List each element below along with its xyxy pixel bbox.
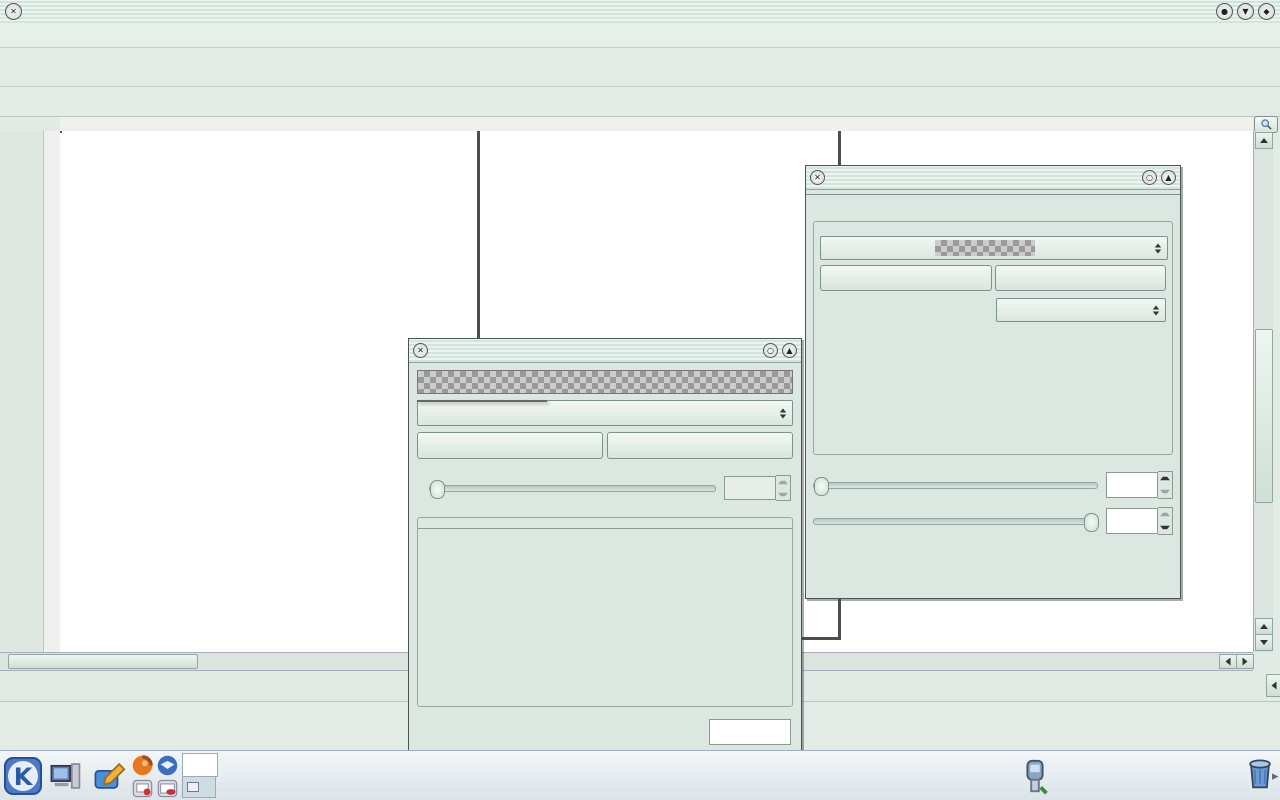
scroll-right-icon[interactable] <box>1236 654 1254 669</box>
pager-desktop-2[interactable] <box>182 776 216 798</box>
blur-slider-handle[interactable] <box>814 477 829 496</box>
add-stop-button[interactable] <box>417 432 603 459</box>
hscroll-thumb[interactable] <box>8 654 198 669</box>
fill-and-stroke-dialog: ✕ ○ ▲ <box>805 165 1181 599</box>
mail-1-icon[interactable] <box>131 777 154 800</box>
gradient-preview-strip <box>417 370 793 394</box>
linear-gradient-frame <box>813 221 1173 455</box>
offset-slider-handle[interactable] <box>430 480 445 499</box>
stop-color-frame <box>417 517 793 707</box>
usb-device-icon[interactable] <box>1016 757 1054 799</box>
palette-scroll-left-icon[interactable] <box>1266 674 1280 697</box>
blur-entry[interactable] <box>1106 472 1158 498</box>
scroll-up2-icon[interactable] <box>1255 618 1273 635</box>
scroll-down-icon[interactable] <box>1255 634 1273 651</box>
duplicate-gradient-button[interactable] <box>820 265 992 291</box>
opacity-slider-handle[interactable] <box>1084 513 1099 532</box>
window-close-icon[interactable]: ✕ <box>5 3 22 20</box>
svg-text:K: K <box>14 763 34 791</box>
gradient-preview-swatch <box>935 240 1035 256</box>
dialog-button-icon[interactable]: ○ <box>763 343 778 358</box>
offset-slider[interactable] <box>429 485 716 492</box>
repeat-selector[interactable] <box>996 298 1166 322</box>
vscroll-thumb[interactable] <box>1255 329 1273 503</box>
blur-slider[interactable] <box>813 482 1098 489</box>
dialog-close-icon[interactable]: ✕ <box>413 343 428 358</box>
window-maximize-icon[interactable]: ▼ <box>1237 3 1254 20</box>
mail-2-icon[interactable] <box>156 777 179 800</box>
menubar <box>0 23 1280 48</box>
vertical-ruler[interactable] <box>44 131 61 652</box>
horizontal-ruler[interactable] <box>60 117 1253 132</box>
taskbar: K ▸ <box>0 750 1280 800</box>
gradient-editor-titlebar[interactable]: ✕ ○ ▲ <box>409 339 801 363</box>
fill-stroke-titlebar[interactable]: ✕ ○ ▲ <box>806 166 1180 190</box>
note-editor-icon[interactable] <box>92 759 126 797</box>
scroll-left-icon[interactable] <box>1219 654 1237 669</box>
rgba-entry[interactable] <box>709 719 791 745</box>
vertical-scrollbar[interactable] <box>1253 131 1273 652</box>
panel-hide-arrow-icon[interactable]: ▸ <box>1272 769 1279 784</box>
selection-box[interactable] <box>60 131 62 133</box>
dialog-shade-icon[interactable]: ▲ <box>782 343 797 358</box>
desktop: ✕ ● ▼ ◆ <box>0 0 1280 800</box>
pager-desktop-1[interactable] <box>182 753 218 777</box>
toolbox <box>0 131 44 652</box>
gradient-selector[interactable] <box>820 236 1168 260</box>
scroll-up-icon[interactable] <box>1255 132 1273 149</box>
delete-stop-button[interactable] <box>607 432 793 459</box>
inkscape-titlebar[interactable]: ✕ ● ▼ ◆ <box>0 0 1280 24</box>
stop-selector[interactable] <box>417 400 793 426</box>
dialog-close-icon[interactable]: ✕ <box>810 170 825 185</box>
gradient-editor-dialog: ✕ ○ ▲ <box>408 338 802 752</box>
master-opacity-entry[interactable] <box>1106 508 1158 534</box>
kmenu-icon[interactable]: K <box>3 756 43 800</box>
desktop-access-icon[interactable] <box>48 759 82 797</box>
stop-dropdown-list <box>417 400 547 402</box>
commands-toolbar <box>0 48 1280 87</box>
offset-entry[interactable] <box>724 476 776 500</box>
window-minimize-icon[interactable]: ● <box>1216 3 1233 20</box>
tool-options-toolbar <box>0 87 1280 117</box>
master-opacity-slider[interactable] <box>813 518 1098 525</box>
window-shade-icon[interactable]: ◆ <box>1258 3 1275 20</box>
dialog-button-icon[interactable]: ○ <box>1142 170 1157 185</box>
edit-gradient-button[interactable] <box>995 265 1167 291</box>
dialog-shade-icon[interactable]: ▲ <box>1161 170 1176 185</box>
